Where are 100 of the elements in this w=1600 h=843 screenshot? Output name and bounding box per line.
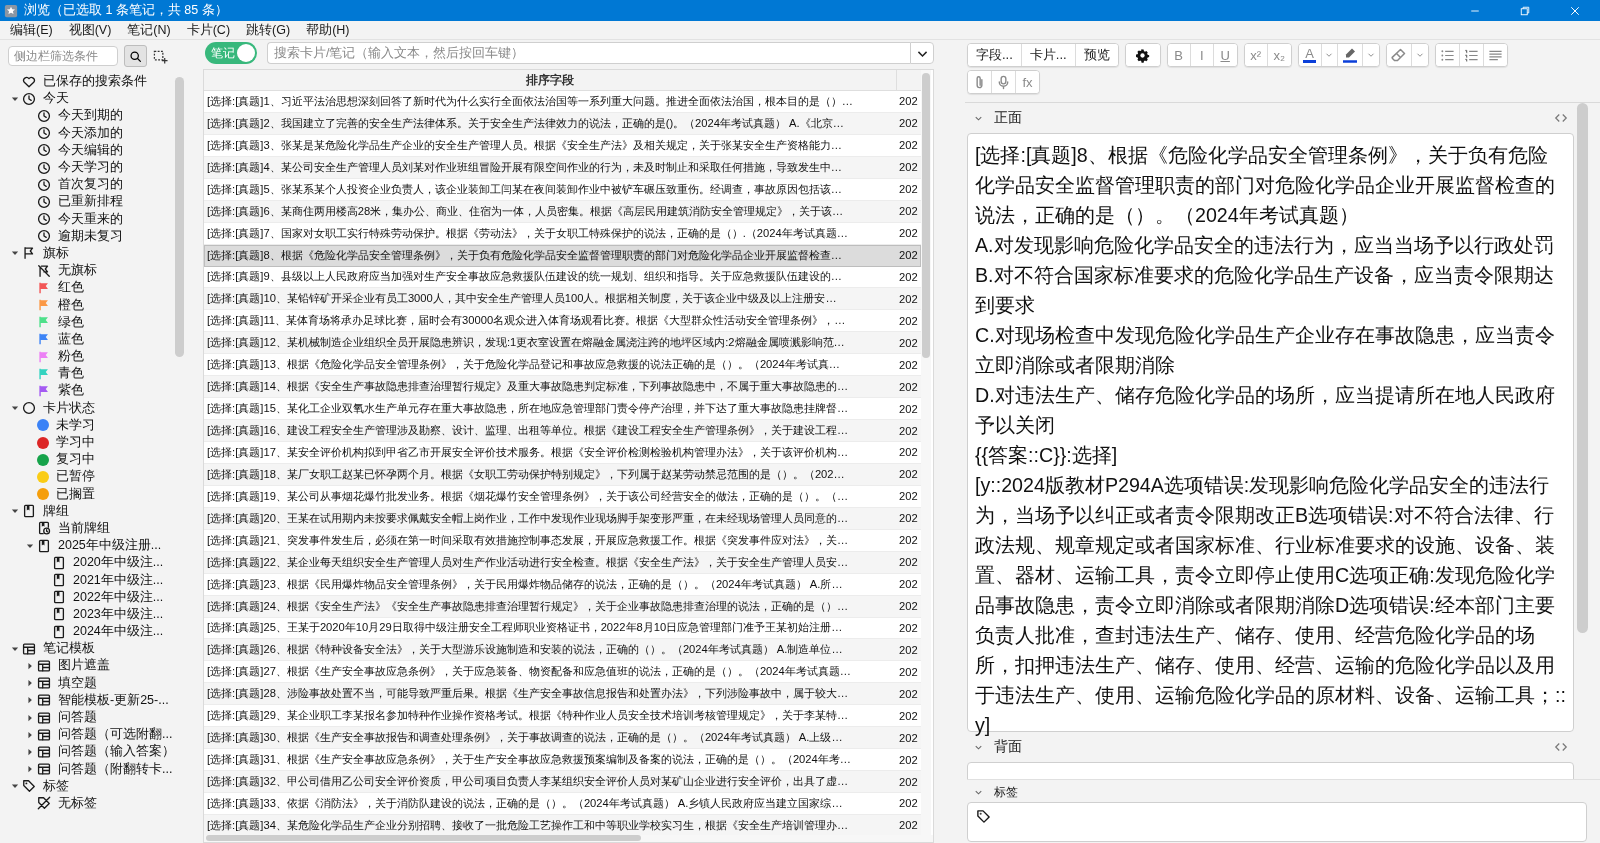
sidebar-item[interactable]: 2021年中级注... [73,571,164,589]
table-row[interactable]: [选择:[真题]18、某厂女职工赵某已怀孕两个月。根据《女职工劳动保护特别规定》，下列属于赵某劳动禁忌范围的是（）。（202… 202 [204,463,921,486]
sidebar-item[interactable]: 图片遮盖 [58,657,110,675]
sidebar-item[interactable]: 未学习 [56,416,95,434]
table-row[interactable]: [选择:[真题]26、根据《特种设备安全法》，关于大型游乐设施制造和安装的说法，正确的（）。（2024年考试真题） A.制造单位… 202 [204,639,921,662]
sidebar-item[interactable]: 青色 [58,365,84,383]
sidebar-item[interactable]: 今天学习的 [58,159,123,177]
sidebar-item[interactable]: 逾期未复习 [58,227,123,245]
selection-icon[interactable] [153,48,168,64]
sidebar-item[interactable]: 紫色 [58,382,84,400]
sidebar-item[interactable]: 2023年中级注... [73,605,164,623]
toolbar-button[interactable]: 字段... [968,44,1022,66]
table-cell-text: 202 [898,600,919,613]
sidebar-item[interactable]: 今天到期的 [58,107,123,125]
sidebar-item[interactable]: 卡片状态 [43,399,95,417]
sidebar-item[interactable]: 绿色 [58,313,84,331]
sidebar-item[interactable]: 首次复习的 [58,176,123,194]
menu-item[interactable]: 跳转(G) [238,21,299,39]
sidebar-item[interactable]: 填空题 [58,674,97,692]
sidebar-item[interactable]: 今天 [43,90,69,108]
sidebar-item[interactable]: 红色 [58,279,84,297]
sidebar-item[interactable]: 蓝色 [58,330,84,348]
sidebar-item[interactable]: 已保存的搜索条件 [43,73,147,91]
sidebar-item[interactable]: 2020年中级注... [73,554,164,572]
scrollbar[interactable] [921,70,931,835]
sidebar-item[interactable]: 问答题（可选附翻... [58,726,172,744]
eraser-icon [1390,47,1407,63]
sidebar-item[interactable]: 粉色 [58,348,84,366]
sidebar-item[interactable]: 牌组 [43,502,69,520]
italic-button[interactable]: I [1190,44,1214,66]
toolbar-button[interactable]: 预览 [1075,44,1118,66]
align-button[interactable] [1483,44,1507,66]
menu-item[interactable]: 编辑(E) [2,21,61,39]
sidebar-item[interactable]: 问答题（附翻转卡... [58,760,172,778]
bullet-list-button[interactable] [1435,44,1460,66]
table-row[interactable]: [选择:[真题]8、根据《危险化学品安全管理条例》，关于负有危险化学品安全监督管理职责的部门对危险化学品企业开展监督检查… 202 [204,244,921,267]
underline-button[interactable]: U [1213,44,1237,66]
table-cell-text: [选择:[真题]5、张某系某个人投资企业负责人，该企业装卸工闫某在夜间装卸作业中被铲车碾压致重伤。经调查，事故原因包括该… [206,181,843,197]
sidebar-item[interactable]: 已搁置 [56,485,95,503]
menu-item[interactable]: 帮助(H) [298,21,358,39]
attach-button[interactable] [968,71,992,93]
sidebar-item[interactable]: 今天编辑的 [58,141,123,159]
table-row[interactable]: [选择:[真题]10、某铅锌矿开采企业有员工3000人，其中安全生产管理人员100人。根据相关制度，关于该企业中级及以上注册安… 202 [204,288,921,311]
sidebar-item[interactable]: 无标签 [58,794,97,812]
sidebar-item[interactable]: 2024年中级注... [73,623,164,641]
sidebar-item[interactable]: 问答题 [58,709,97,727]
sidebar-item[interactable]: 今天重来的 [58,210,123,228]
deck-icon [22,504,36,519]
sidebar-item[interactable]: 标签 [43,777,69,795]
menu-item[interactable]: 视图(V) [60,21,120,39]
table-row[interactable]: [选择:[真题]12、某机械制造企业组织全员开展隐患辨识，发现:1更衣室设置在熔融金属浇注跨的地坪区域内:2熔融金属喷溅影响范… 202 [204,332,921,355]
toolbar-button[interactable]: 卡片... [1021,44,1076,66]
numbered-list-button[interactable] [1459,44,1484,66]
tag-field[interactable] [967,802,1587,842]
sidebar-item[interactable]: 复习中 [56,451,95,469]
table-row[interactable]: [选择:[真题]34、某危险化学品生产企业分别招聘、接收了一批危险工艺操作工和中等职业学校实习生，根据《安全生产培训管理办… 202 [204,814,921,837]
sidebar-item[interactable]: 旗标 [43,244,69,262]
html-toggle-icon[interactable] [1554,740,1568,754]
sidebar-item[interactable]: 智能模板-更新25-... [58,691,169,709]
table-cell-text: 202 [898,183,919,196]
sidebar-item[interactable]: 问答题（输入答案） [58,743,172,761]
table-cell-text: [选择:[真题]6、某商住两用楼高28米，集办公、商业、住宿为一体，人员密集。根据《高层民用建筑消防安全管理规定》，关于该… [206,203,845,219]
menu-item[interactable]: 卡片(C) [178,21,239,39]
sidebar-item[interactable]: 今天添加的 [58,124,123,142]
table-row[interactable]: [选择:[真题]14、根据《安全生产事故隐患排查治理暂行规定》及重大事故隐患判定标准，下列事故隐患中，不属于重大事故隐患的… 202 [204,376,921,399]
menu-item[interactable]: 笔记(N) [119,21,179,39]
table-row[interactable]: [选择:[真题]30、根据《生产安全事故报告和调查处理条例》，关于事故调查的说法，正确的是（）。（2024年考试真题） A.上级… 202 [204,727,921,750]
table-row[interactable]: [选择:[真题]32、甲公司借用乙公司安全评价资质，甲公司项目负责人李某组织安全评价人员对某矿山企业进行安全评价，出具了虚… 202 [204,771,921,793]
sidebar-item[interactable]: 笔记模板 [43,640,95,658]
html-toggle-icon[interactable] [1554,111,1568,125]
table-row[interactable]: [选择:[真题]22、某企业每天组织安全生产管理人员对生产作业活动进行安全检查。根据《安全生产法》，关于安全生产管理人员安… 202 [204,551,921,574]
table-row[interactable]: [选择:[真题]4、某公司安全生产管理人员刘某对作业班组冒险开展有限空间作业的行为，未及时制止和采取任何措施，导致发生中… 202 [204,156,921,179]
table-row[interactable]: [选择:[真题]6、某商住两用楼高28米，集办公、商业、住宿为一体，人员密集。根据《高层民用建筑消防安全管理规定》，关于该… 202 [204,200,921,223]
search-field[interactable]: 侧边栏筛选条件 [8,46,118,66]
sidebar-item[interactable]: 2025年中级注册... [58,537,162,555]
search-button[interactable] [124,45,147,67]
clear-format-button[interactable] [1386,44,1412,66]
table-row[interactable]: [选择:[真题]28、涉险事故处置不当，可能导致严重后果。根据《生产安全事故信息报告和处置办法》，下列涉险事故中，属于较大… 202 [204,683,921,706]
search-field[interactable]: 搜索卡片/笔记（输入文本，然后按回车键） [267,42,910,64]
table-row[interactable]: [选择:[真题]2、我国建立了完善的安全生产法律体系。关于安全生产法律效力的说法，正确的是()。（2024年考试真题） A.《北京… 202 [204,112,921,135]
microphone-icon [996,74,1011,90]
record-button[interactable] [992,71,1016,93]
sidebar-item[interactable]: 橙色 [58,296,84,314]
scrollbar[interactable] [204,835,933,842]
dropdown-button[interactable] [910,42,934,64]
subscript-button[interactable]: x₂ [1267,44,1291,66]
sidebar-item[interactable]: 2022年中级注... [73,588,164,606]
sidebar-item[interactable]: 当前牌组 [58,519,110,537]
sidebar-item[interactable]: 学习中 [56,434,95,452]
highlight-button[interactable] [1337,44,1363,66]
sidebar-item[interactable]: 无旗标 [58,262,97,280]
table-row[interactable]: [选择:[真题]20、王某在试用期内未按要求佩戴安全帽上岗作业，工作中发现作业现场脚手架变形严重，在未经现场管理人员同意的… 202 [204,507,921,530]
table-row[interactable]: [选择:[真题]24、根据《安全生产法》《安全生产事故隐患排查治理暂行规定》，关于企业事故隐患排查治理的说法，正确的是（）… 202 [204,595,921,618]
table-row[interactable]: [选择:[真题]16、建设工程安全生产管理涉及勘察、设计、监理、出租等单位。根据《建设工程安全生产管理条例》，关于建设工程… 202 [204,420,921,442]
sidebar-item[interactable]: 已暂停 [56,468,95,486]
superscript-button[interactable]: x² [1244,44,1268,66]
sidebar-item[interactable]: 已重新排程 [58,193,123,211]
text-color-button[interactable]: A [1298,44,1322,66]
formula-button[interactable]: fx [1016,71,1039,93]
settings-button[interactable] [1125,44,1160,66]
